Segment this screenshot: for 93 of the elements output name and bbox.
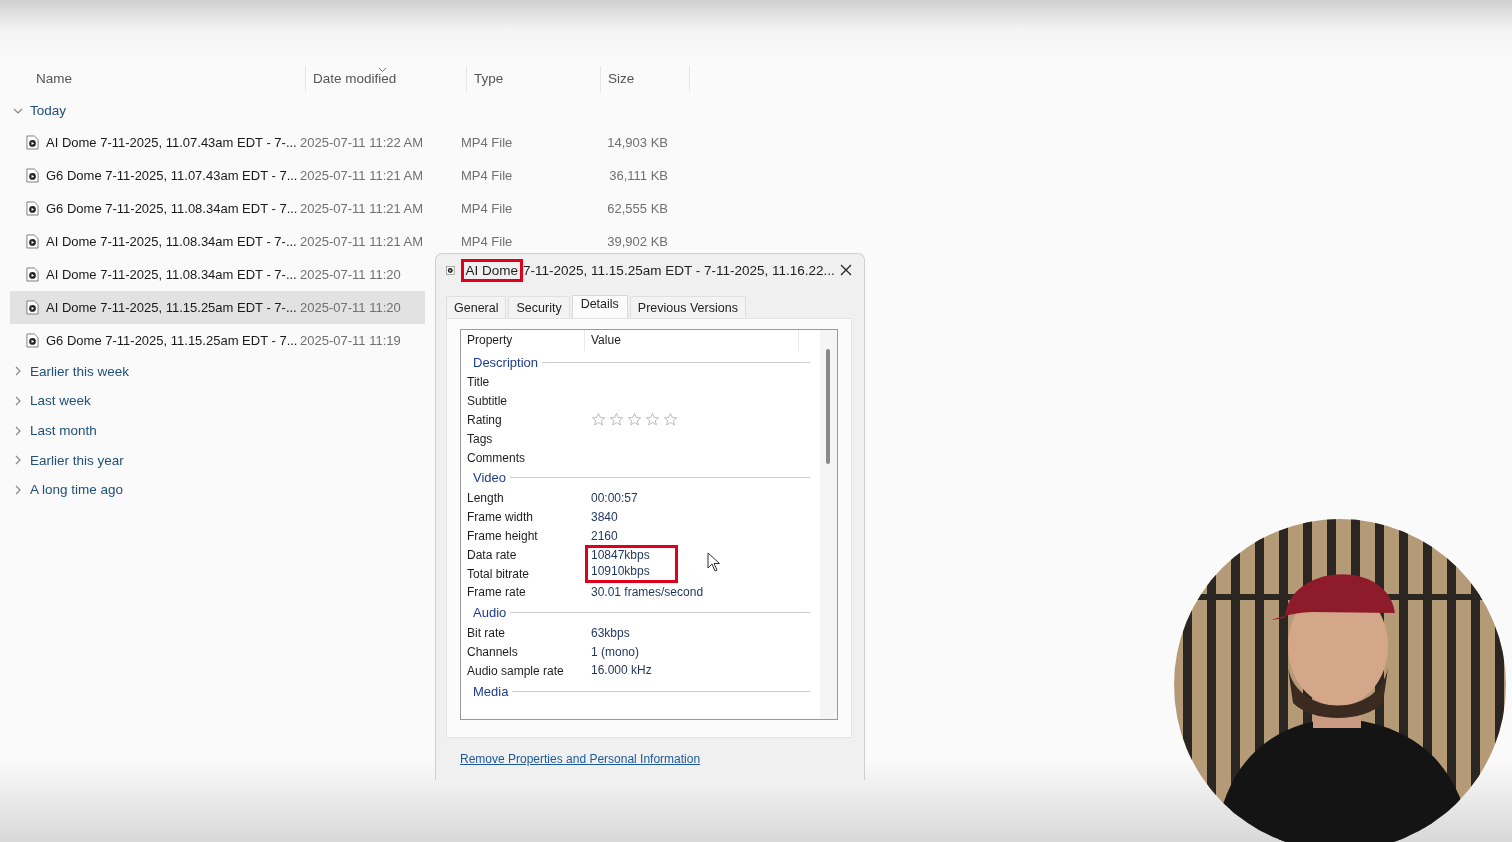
video-file-icon — [26, 200, 39, 216]
close-icon — [840, 264, 853, 276]
group-header[interactable]: A long time ago — [30, 482, 124, 498]
property-value: 10910kbps — [585, 564, 678, 583]
date-modified: 2025-07-11 11:21 AM — [300, 167, 425, 183]
property-value: 1 (mono) — [590, 643, 640, 661]
group-header[interactable]: Earlier this week — [30, 363, 130, 379]
star-icon[interactable] — [591, 412, 606, 428]
file-type: MP4 File — [461, 233, 514, 249]
property-value: 16.000 kHz — [590, 662, 652, 680]
section-heading: Video — [473, 470, 506, 486]
star-icon[interactable] — [609, 412, 624, 428]
tab[interactable]: Previous Versions — [629, 296, 746, 318]
video-file-icon — [26, 233, 39, 249]
column-header[interactable]: Size — [601, 66, 690, 92]
column-header[interactable]: Name — [10, 66, 306, 92]
file-row[interactable]: G6 Dome 7-11-2025, 11.07.43am EDT - 7... 2025-07-11 11:21 AM MP4 File 36,111 KB — [10, 158, 668, 192]
column-header[interactable]: Value — [585, 330, 799, 351]
group-header[interactable]: Last week — [30, 393, 91, 409]
property-value: 3840 — [590, 508, 618, 526]
star-icon[interactable] — [627, 412, 642, 428]
date-modified: 2025-07-11 11:22 AM — [300, 134, 425, 150]
sort-caret-icon — [378, 67, 387, 73]
date-modified: 2025-07-11 11:21 AM — [300, 200, 425, 216]
date-modified: 2025-07-11 11:20 — [300, 299, 401, 315]
column-header[interactable]: Date modified — [306, 66, 467, 92]
dialog-title: AI Dome — [460, 258, 524, 282]
file-row[interactable]: AI Dome 7-11-2025, 11.15.25am EDT - 7-... 2025-07-11 11:20 — [10, 290, 425, 324]
file-type: MP4 File — [461, 167, 514, 183]
file-row[interactable]: AI Dome 7-11-2025, 11.08.34am EDT - 7-... 2025-07-11 11:20 — [10, 257, 401, 291]
property-name: Rating — [466, 413, 503, 427]
group-header[interactable]: Today — [30, 103, 67, 119]
property-name: Subtitle — [466, 394, 509, 409]
dialog-title: 7-11-2025, 11.15.25am EDT - 7-11-2025, 11.16.22... — [523, 262, 835, 278]
file-row[interactable]: AI Dome 7-11-2025, 11.08.34am EDT - 7-... 2025-07-11 11:21 AM MP4 File 39,902 KB — [10, 224, 668, 258]
remove-properties-link[interactable]: Remove Properties and Personal Information — [460, 752, 701, 766]
group-header[interactable]: Last month — [30, 423, 97, 439]
property-name: Tags — [466, 431, 494, 446]
property-name: Comments — [466, 450, 526, 465]
star-icon[interactable] — [645, 412, 660, 428]
file-name: G6 Dome 7-11-2025, 11.07.43am EDT - 7... — [46, 167, 299, 183]
property-name: Title — [466, 375, 491, 390]
tab[interactable]: Security — [508, 296, 570, 318]
property-name: Total bitrate — [466, 566, 531, 581]
file-type: MP4 File — [461, 200, 514, 216]
date-modified: 2025-07-11 11:19 — [300, 332, 401, 348]
property-value: 63kbps — [590, 624, 630, 642]
property-value: 30.01 frames/second — [590, 583, 704, 601]
file-name: AI Dome 7-11-2025, 11.08.34am EDT - 7-... — [46, 266, 298, 282]
group-header[interactable]: Earlier this year — [30, 452, 124, 468]
mouse-pointer-icon — [707, 552, 721, 572]
column-header[interactable]: Type — [467, 66, 601, 92]
property-value: 10847kbps — [585, 545, 678, 565]
property-name: Length — [466, 491, 505, 506]
file-type: MP4 File — [461, 134, 514, 150]
video-file-icon — [26, 134, 39, 150]
property-name: Data rate — [466, 547, 518, 562]
section-heading: Media — [473, 683, 509, 699]
property-name: Audio sample rate — [466, 663, 565, 678]
section-heading: Description — [473, 354, 539, 370]
property-value: 00:00:57 — [590, 490, 638, 507]
property-name: Frame height — [466, 528, 539, 543]
file-name: AI Dome 7-11-2025, 11.15.25am EDT - 7-... — [46, 299, 298, 315]
scrollbar-thumb[interactable] — [826, 349, 830, 464]
date-modified: 2025-07-11 11:21 AM — [300, 233, 425, 249]
file-name: G6 Dome 7-11-2025, 11.08.34am EDT - 7... — [46, 200, 299, 216]
tab[interactable]: Details — [571, 295, 628, 318]
scrollbar[interactable] — [820, 330, 837, 719]
property-name: Frame rate — [466, 585, 527, 600]
video-file-icon — [26, 167, 39, 183]
column-header[interactable]: Property — [461, 330, 585, 351]
file-row[interactable]: G6 Dome 7-11-2025, 11.15.25am EDT - 7... 2025-07-11 11:19 — [10, 323, 401, 357]
section-heading: Audio — [473, 605, 507, 621]
file-size: 14,903 KB — [606, 134, 668, 150]
video-file-icon — [26, 299, 39, 315]
star-icon[interactable] — [663, 412, 678, 428]
file-row[interactable]: G6 Dome 7-11-2025, 11.08.34am EDT - 7... 2025-07-11 11:21 AM MP4 File 62,555 KB — [10, 191, 668, 225]
file-size: 62,555 KB — [606, 200, 668, 216]
property-name: Channels — [466, 644, 519, 659]
tab[interactable]: General — [446, 296, 507, 318]
video-file-icon — [26, 266, 39, 282]
file-name: AI Dome 7-11-2025, 11.08.34am EDT - 7-... — [46, 233, 298, 249]
file-size: 36,111 KB — [608, 167, 668, 183]
date-modified: 2025-07-11 11:20 — [300, 266, 401, 282]
file-size: 39,902 KB — [606, 233, 668, 249]
property-name: Bit rate — [466, 626, 506, 641]
video-file-icon — [26, 332, 39, 348]
video-file-icon — [446, 264, 455, 276]
property-name: Frame width — [466, 510, 535, 525]
file-name: G6 Dome 7-11-2025, 11.15.25am EDT - 7... — [46, 332, 299, 348]
file-row[interactable]: AI Dome 7-11-2025, 11.07.43am EDT - 7-... 2025-07-11 11:22 AM MP4 File 14,903 KB — [10, 125, 668, 159]
property-value: 2160 — [590, 527, 618, 545]
file-name: AI Dome 7-11-2025, 11.07.43am EDT - 7-... — [46, 134, 298, 150]
